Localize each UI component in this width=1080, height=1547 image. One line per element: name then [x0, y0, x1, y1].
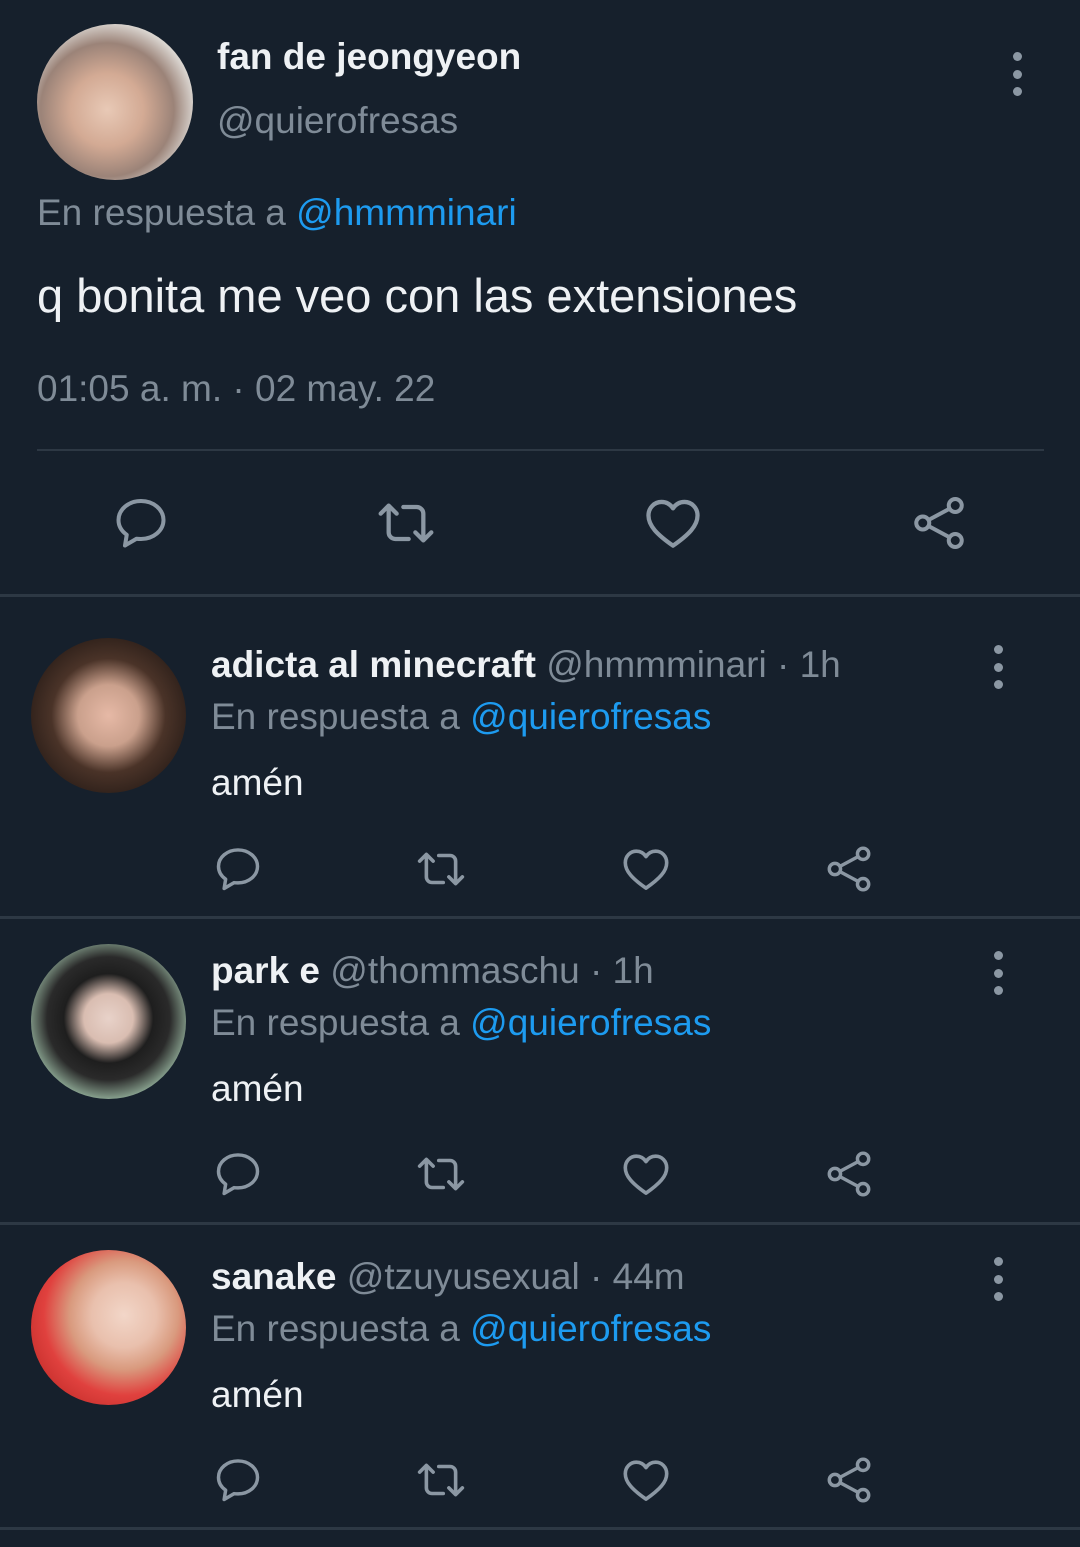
more-vertical-icon[interactable] [991, 1257, 1005, 1301]
speech-bubble-icon [212, 843, 264, 895]
like-button[interactable] [619, 843, 673, 895]
heart-icon [619, 842, 673, 896]
divider [0, 1527, 1080, 1530]
reply-time: · 1h [777, 644, 841, 685]
retweet-button[interactable] [414, 1148, 468, 1200]
avatar[interactable] [31, 638, 186, 793]
reply-header: sanake @tzuyusexual · 44m [211, 1256, 685, 1298]
more-vertical-icon[interactable] [991, 951, 1005, 995]
author-name[interactable]: adicta al minecraft [211, 644, 536, 685]
tweet-text: amén [211, 762, 304, 803]
reply-prefix: En respuesta a [211, 1308, 460, 1349]
like-button[interactable] [619, 1148, 673, 1200]
tweet-text: amén [211, 1374, 304, 1415]
more-vertical-icon[interactable] [1010, 52, 1024, 96]
tweet-timestamp[interactable]: 01:05 a. m. · 02 may. 22 [37, 368, 435, 410]
like-button[interactable] [638, 488, 708, 558]
heart-icon [619, 1147, 673, 1201]
speech-bubble-icon [212, 1148, 264, 1200]
heart-icon [619, 1453, 673, 1507]
retweet-icon [414, 1147, 468, 1201]
reply-prefix: En respuesta a [211, 696, 460, 737]
reply-to-link[interactable]: @hmmminari [296, 192, 517, 233]
retweet-icon [374, 491, 438, 555]
reply-prefix: En respuesta a [37, 192, 286, 233]
reply-to-link[interactable]: @quierofresas [470, 696, 711, 737]
reply-context: En respuesta a @quierofresas [211, 696, 711, 738]
share-button[interactable] [823, 1454, 875, 1506]
author-handle[interactable]: @thommaschu [330, 950, 579, 991]
reply-button[interactable] [212, 1454, 264, 1506]
retweet-button[interactable] [414, 1454, 468, 1506]
reply-time: · 44m [590, 1256, 685, 1297]
reply-header: adicta al minecraft @hmmminari · 1h [211, 644, 841, 686]
speech-bubble-icon [111, 493, 171, 553]
reply-time: · 1h [589, 950, 654, 991]
reply-button[interactable] [106, 488, 176, 558]
divider [37, 449, 1044, 451]
reply-button[interactable] [212, 1148, 264, 1200]
share-button[interactable] [823, 843, 875, 895]
avatar[interactable] [37, 24, 193, 180]
reply-context: En respuesta a @quierofresas [211, 1002, 711, 1044]
author-handle[interactable]: @quierofresas [217, 100, 458, 142]
author-handle[interactable]: @tzuyusexual [347, 1256, 580, 1297]
divider [0, 594, 1080, 597]
tweet-text: amén [211, 1068, 304, 1109]
share-icon [823, 1148, 875, 1200]
reply-header: park e @thommaschu · 1h [211, 950, 654, 992]
author-handle[interactable]: @hmmminari [546, 644, 767, 685]
share-button[interactable] [904, 488, 974, 558]
reply-to-link[interactable]: @quierofresas [470, 1308, 711, 1349]
reply-context: En respuesta a @hmmminari [37, 192, 517, 234]
author-name[interactable]: fan de jeongyeon [217, 36, 521, 78]
avatar[interactable] [31, 1250, 186, 1405]
share-icon [823, 1454, 875, 1506]
reply-context: En respuesta a @quierofresas [211, 1308, 711, 1350]
like-button[interactable] [619, 1454, 673, 1506]
share-icon [909, 493, 969, 553]
speech-bubble-icon [212, 1454, 264, 1506]
retweet-button[interactable] [414, 843, 468, 895]
reply-button[interactable] [212, 843, 264, 895]
author-name[interactable]: park e [211, 950, 320, 991]
share-button[interactable] [823, 1148, 875, 1200]
avatar[interactable] [31, 944, 186, 1099]
author-name[interactable]: sanake [211, 1256, 337, 1297]
heart-icon [641, 491, 705, 555]
reply-prefix: En respuesta a [211, 1002, 460, 1043]
retweet-icon [414, 1453, 468, 1507]
retweet-button[interactable] [371, 488, 441, 558]
divider [0, 916, 1080, 919]
share-icon [823, 843, 875, 895]
retweet-icon [414, 842, 468, 896]
tweet-text: q bonita me veo con las extensiones [37, 269, 798, 322]
reply-to-link[interactable]: @quierofresas [470, 1002, 711, 1043]
more-vertical-icon[interactable] [991, 645, 1005, 689]
divider [0, 1222, 1080, 1225]
